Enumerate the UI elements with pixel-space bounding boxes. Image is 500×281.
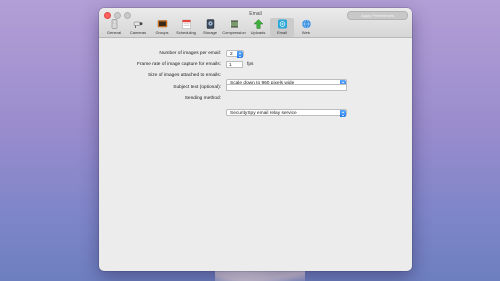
tab-groups[interactable]: Groups <box>150 18 174 37</box>
num-images-stepper[interactable]: 2 <box>226 50 244 58</box>
scheduling-icon <box>181 19 191 29</box>
num-images-value: 2 <box>230 52 233 57</box>
tab-label: Cameras <box>129 30 147 35</box>
sending-method-popup[interactable]: SecuritySpy email relay service <box>226 109 347 117</box>
preferences-toolbar: General Cameras Groups Scheduling Storag… <box>102 18 318 37</box>
compression-icon <box>229 20 239 28</box>
sending-method-value: SecuritySpy email relay service <box>230 111 297 116</box>
tab-label: Uploads <box>250 30 266 35</box>
email-settings-panel: Number of images per email: 2 Frame rate… <box>99 38 412 271</box>
subject-field[interactable] <box>226 84 347 91</box>
tab-label: Web <box>301 30 311 35</box>
tab-scheduling[interactable]: Scheduling <box>174 18 198 37</box>
tab-label: General <box>106 30 122 35</box>
groups-icon <box>157 20 167 28</box>
tab-email[interactable]: Email <box>270 18 294 37</box>
tab-label: Email <box>276 30 287 35</box>
tab-label: Compression <box>222 30 246 35</box>
tab-web[interactable]: Web <box>294 18 318 37</box>
title-bar: Email Apply Preferences General Cameras <box>99 8 412 38</box>
cameras-icon <box>133 21 142 28</box>
num-images-label: Number of images per email: <box>159 51 221 56</box>
tab-storage[interactable]: Storage <box>198 18 222 37</box>
email-icon <box>277 19 287 29</box>
apply-preferences-button[interactable]: Apply Preferences <box>347 11 408 20</box>
tab-label: Storage <box>202 30 217 35</box>
chevron-updown-icon <box>340 110 346 117</box>
tab-uploads[interactable]: Uploads <box>246 18 270 37</box>
fps-unit-label: fps <box>247 62 254 67</box>
web-icon <box>301 19 311 29</box>
tab-compression[interactable]: Compression <box>222 18 246 37</box>
sending-method-label: Sending method: <box>184 96 221 101</box>
frame-rate-field[interactable]: 1 <box>226 61 243 68</box>
preferences-window: Email Apply Preferences General Cameras <box>99 8 412 271</box>
tab-label: Scheduling <box>176 30 196 35</box>
general-icon <box>111 19 117 29</box>
image-size-label: Size of images attached to emails: <box>147 73 221 78</box>
frame-rate-label: Frame rate of image capture for emails: <box>137 62 221 67</box>
tab-cameras[interactable]: Cameras <box>126 18 150 37</box>
storage-icon <box>206 19 214 29</box>
uploads-icon <box>253 19 263 29</box>
tab-general[interactable]: General <box>102 18 126 37</box>
tab-label: Groups <box>155 30 169 35</box>
subject-label: Subject text (optional): <box>173 85 221 90</box>
chevron-updown-icon <box>237 51 243 58</box>
